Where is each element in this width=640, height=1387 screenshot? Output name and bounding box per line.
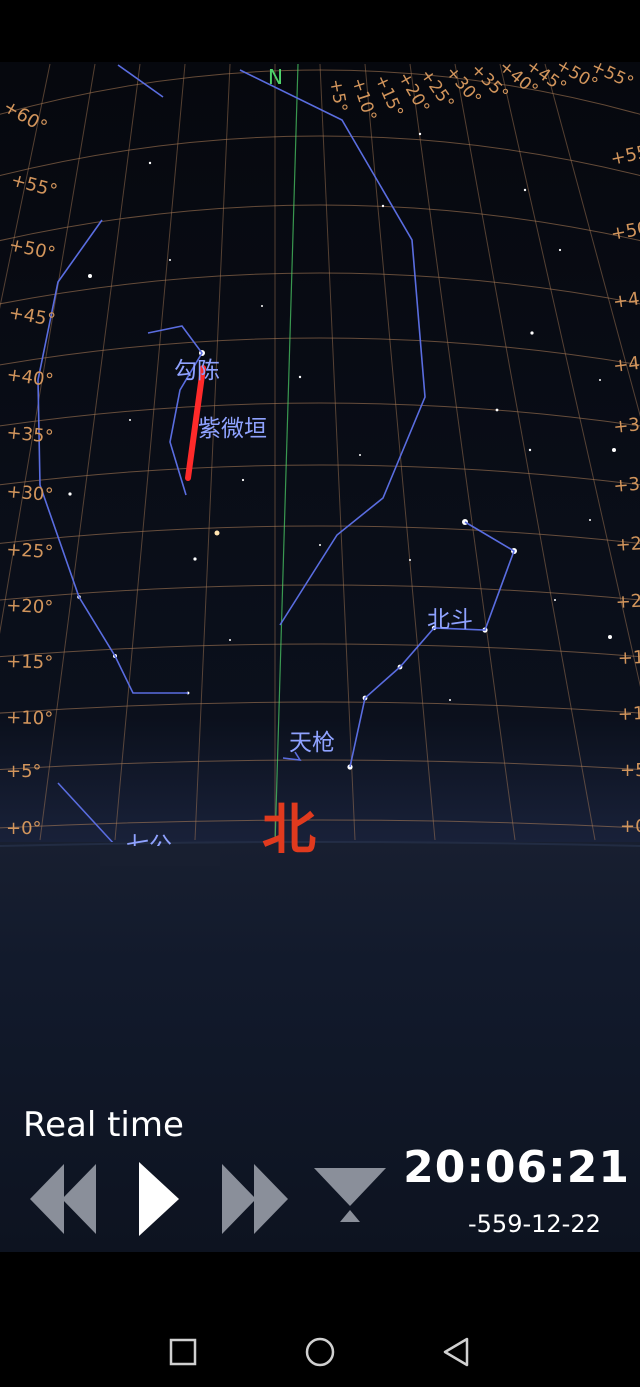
alt-label: +10° [6, 707, 54, 730]
horizon-cover [100, 846, 220, 866]
label-tianqiang[interactable]: 天枪 [289, 730, 335, 756]
home-button[interactable] [298, 1330, 342, 1374]
circle-icon [305, 1337, 335, 1367]
alt-label: +35 [612, 413, 640, 438]
clock-display[interactable]: 20:06:21 [403, 1142, 630, 1193]
alt-label: +15° [6, 651, 54, 674]
play-icon[interactable] [137, 1160, 181, 1238]
recents-button[interactable] [161, 1330, 205, 1374]
alt-label: +30 [613, 473, 640, 497]
label-gouchen[interactable]: 勾陈 [174, 358, 220, 384]
alt-label: +25° [6, 539, 54, 563]
alt-label: +10 [617, 703, 640, 725]
alt-label: +5° [6, 761, 42, 782]
back-button[interactable] [434, 1330, 478, 1374]
fast-forward-icon[interactable] [220, 1160, 290, 1238]
alt-label: +20 [615, 590, 640, 613]
alt-label: +0° [6, 818, 42, 839]
time-mode-label: Real time [23, 1105, 184, 1145]
status-bar [0, 0, 640, 62]
date-display[interactable]: -559-12-22 [468, 1210, 601, 1238]
triangle-back-icon [443, 1337, 469, 1367]
rewind-icon[interactable] [28, 1160, 98, 1238]
alt-label: +20° [6, 595, 54, 618]
cardinal-north: 北 [262, 798, 316, 861]
alt-label: +15 [617, 647, 640, 669]
sky-view[interactable]: +60° +55° +50° +45° +40° +35° +30° +25° … [0, 62, 640, 1252]
label-ziweiyuan[interactable]: 紫微垣 [198, 416, 267, 442]
alt-label: +0 [620, 816, 640, 837]
alt-label: +45 [612, 287, 640, 313]
north-pole-marker: N [268, 65, 283, 89]
alt-label: +25 [615, 532, 640, 556]
label-beidou[interactable]: 北斗 [427, 607, 473, 633]
now-icon[interactable] [312, 1166, 388, 1224]
alt-label: +30° [6, 481, 55, 506]
alt-label: +40 [612, 351, 640, 376]
alt-label: +5 [620, 760, 640, 781]
square-icon [169, 1338, 197, 1366]
